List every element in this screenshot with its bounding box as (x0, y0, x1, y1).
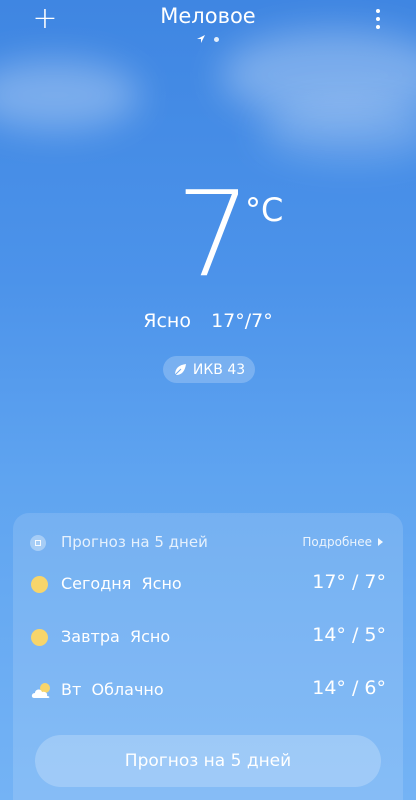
five-day-forecast-button[interactable]: Прогноз на 5 дней (35, 735, 381, 787)
city-name: Меловое (160, 4, 256, 28)
leaf-icon (174, 363, 186, 375)
current-condition: Ясно 17°/7° (0, 310, 416, 332)
page-indicator (196, 34, 226, 44)
aqi-label: ИКВ 43 (192, 361, 246, 378)
forecast-row[interactable]: Вт Облачно 14° / 6° (13, 676, 403, 706)
top-bar: + Меловое (0, 0, 416, 56)
forecast-row[interactable]: Завтра Ясно 14° / 5° (13, 623, 403, 653)
forecast-day-label: Сегодня Ясно (61, 574, 182, 593)
more-dot-icon (376, 9, 380, 13)
forecast-more-link[interactable]: Подробнее (302, 535, 383, 549)
sky-cloud (260, 100, 416, 160)
more-dot-icon (376, 17, 380, 21)
cloudy-icon (30, 682, 52, 700)
forecast-header: Прогноз на 5 дней Подробнее (13, 531, 403, 555)
sun-icon (30, 629, 52, 647)
temperature-value: 7 (176, 165, 252, 303)
sun-icon (30, 576, 52, 594)
aqi-badge[interactable]: ИКВ 43 (163, 356, 255, 383)
page-dot (214, 37, 219, 42)
location-arrow-icon (197, 35, 205, 43)
forecast-range: 14° / 6° (312, 677, 386, 699)
high-low-text: 17°/7° (211, 310, 273, 332)
more-dot-icon (376, 25, 380, 29)
more-link-label: Подробнее (302, 535, 372, 549)
forecast-range: 14° / 5° (312, 624, 386, 646)
forecast-day-label: Вт Облачно (61, 680, 164, 699)
current-temperature: 7 °C (0, 174, 416, 306)
calendar-icon (30, 535, 46, 551)
forecast-range: 17° / 7° (312, 571, 386, 593)
temperature-unit: °C (245, 191, 284, 229)
sky-cloud (0, 60, 140, 130)
condition-text: Ясно (143, 310, 191, 332)
more-options-button[interactable] (368, 6, 388, 32)
weather-screen: + Меловое 7 °C Ясно 17°/7° ИКВ 43 Прогно… (0, 0, 416, 800)
forecast-title: Прогноз на 5 дней (61, 533, 208, 551)
forecast-row[interactable]: Сегодня Ясно 17° / 7° (13, 570, 403, 600)
chevron-right-icon (378, 538, 383, 546)
forecast-day-label: Завтра Ясно (61, 627, 171, 646)
